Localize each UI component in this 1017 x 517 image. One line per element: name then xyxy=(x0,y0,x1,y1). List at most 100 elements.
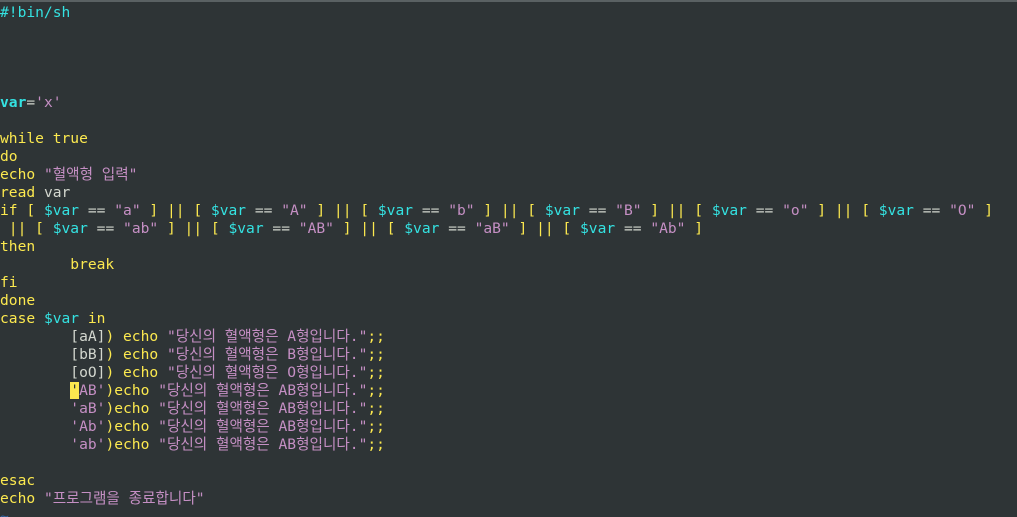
code-token: "프로그램을 종료합니다" xyxy=(43,490,205,507)
code-token: ] || [ xyxy=(474,202,545,219)
code-token: == xyxy=(439,220,475,237)
code-token: [ xyxy=(17,202,44,219)
code-token: ) xyxy=(105,400,115,417)
code-token: ] || [ xyxy=(307,202,378,219)
code-token: then xyxy=(0,238,36,255)
code-line[interactable]: while true xyxy=(0,130,88,148)
terminal-editor[interactable]: #!bin/sh var='x' while true do echo "혈액형 입력"… xyxy=(0,0,1017,517)
code-token: 'ab' xyxy=(0,436,106,453)
code-token: "당신의 혈액형은 A형입니다." xyxy=(166,328,368,345)
code-token: "당신의 혈액형은 AB형입니다." xyxy=(158,382,368,399)
code-token: $var xyxy=(52,220,88,237)
code-token: || [ xyxy=(0,220,53,237)
code-token: == xyxy=(615,220,651,237)
code-token: ;; xyxy=(367,382,385,399)
code-line[interactable]: ~ xyxy=(0,508,9,517)
code-line[interactable]: 'Ab')echo "당신의 혈액형은 AB형입니다.";; xyxy=(0,418,385,436)
code-token: $var xyxy=(43,202,80,219)
code-token: echo xyxy=(123,346,167,363)
code-token: ;; xyxy=(367,400,385,417)
code-token: echo xyxy=(114,400,159,417)
code-token: "당신의 혈액형은 AB형입니다." xyxy=(158,400,368,417)
code-token: ) xyxy=(105,382,115,399)
code-token: "A" xyxy=(281,202,308,219)
code-token: = xyxy=(26,94,36,111)
code-token: echo xyxy=(123,364,167,381)
code-token: "당신의 혈액형은 AB형입니다." xyxy=(158,418,368,435)
code-token: [bB] xyxy=(0,346,106,363)
code-line[interactable]: if [ $var == "a" ] || [ $var == "A" ] ||… xyxy=(0,202,993,220)
code-token: break xyxy=(0,256,115,273)
code-token: if xyxy=(0,202,18,219)
code-token: "당신의 혈액형은 AB형입니다." xyxy=(158,436,368,453)
code-token: do xyxy=(0,148,18,165)
code-line[interactable]: [aA]) echo "당신의 혈액형은 A형입니다.";; xyxy=(0,328,385,346)
code-line[interactable]: echo "프로그램을 종료합니다" xyxy=(0,490,205,508)
code-token: == xyxy=(79,202,115,219)
code-line[interactable]: [bB]) echo "당신의 혈액형은 B형입니다.";; xyxy=(0,346,385,364)
code-token: while true xyxy=(0,130,88,147)
code-token: ;; xyxy=(367,418,385,435)
code-token: $var xyxy=(210,202,247,219)
code-token: done xyxy=(0,292,36,309)
code-token: "AB" xyxy=(298,220,334,237)
code-line[interactable]: fi xyxy=(0,274,18,292)
code-token: ) xyxy=(105,364,124,381)
code-token: in xyxy=(79,310,106,327)
code-token: ] || [ xyxy=(158,220,229,237)
code-line[interactable]: echo "혈액형 입력" xyxy=(0,166,137,184)
code-token: echo xyxy=(123,328,167,345)
code-line[interactable]: 'ab')echo "당신의 혈액형은 AB형입니다.";; xyxy=(0,436,385,454)
code-token: $var xyxy=(404,220,440,237)
code-token: #!bin/sh xyxy=(0,4,71,21)
code-token: var xyxy=(0,94,27,111)
code-token: 'Ab' xyxy=(0,418,106,435)
code-line[interactable]: 'aB')echo "당신의 혈액형은 AB형입니다.";; xyxy=(0,400,385,418)
code-line[interactable]: var='x' xyxy=(0,94,62,112)
code-token: 'aB' xyxy=(0,400,106,417)
code-token: "혈액형 입력" xyxy=(43,166,138,183)
code-line[interactable]: #!bin/sh xyxy=(0,4,70,22)
code-token: read xyxy=(0,184,36,201)
code-token: fi xyxy=(0,274,18,291)
code-token: "b" xyxy=(448,202,475,219)
code-token: 'x' xyxy=(35,94,62,111)
code-token: == xyxy=(87,220,124,237)
code-token: ] xyxy=(685,220,704,237)
code-token: == xyxy=(913,202,950,219)
code-line[interactable]: case $var in xyxy=(0,310,105,328)
code-token: ] || [ xyxy=(333,220,405,237)
code-token: ;; xyxy=(367,328,385,345)
code-token: [aA] xyxy=(0,328,106,345)
code-token: ~ xyxy=(0,508,9,517)
code-token: == xyxy=(580,202,616,219)
code-line[interactable]: do xyxy=(0,148,18,166)
code-token: == xyxy=(746,202,783,219)
code-token: var xyxy=(35,184,71,201)
code-token: echo xyxy=(114,436,159,453)
code-token: $var xyxy=(580,220,616,237)
code-token: AB' xyxy=(79,382,106,399)
code-token: ] xyxy=(975,202,994,219)
code-token: case xyxy=(0,310,44,327)
code-token: == xyxy=(413,202,449,219)
code-token: $var xyxy=(711,202,747,219)
code-token: ] || [ xyxy=(641,202,712,219)
code-token: ] || [ xyxy=(808,202,879,219)
code-token: ) xyxy=(105,328,124,345)
code-line[interactable]: read var xyxy=(0,184,70,202)
code-token: ;; xyxy=(367,364,385,381)
code-line[interactable]: done xyxy=(0,292,35,310)
code-line[interactable]: break xyxy=(0,256,114,274)
code-line[interactable]: 'AB')echo "당신의 혈액형은 AB형입니다.";; xyxy=(0,382,385,400)
code-token: echo xyxy=(0,166,44,183)
code-token: "a" xyxy=(114,202,141,219)
code-line[interactable]: esac xyxy=(0,472,35,490)
code-token: [oO] xyxy=(0,364,106,381)
code-line[interactable]: [oO]) echo "당신의 혈액형은 O형입니다.";; xyxy=(0,364,385,382)
code-line[interactable]: || [ $var == "ab" ] || [ $var == "AB" ] … xyxy=(0,220,703,238)
code-line[interactable]: then xyxy=(0,238,35,256)
code-token: "ab" xyxy=(123,220,159,237)
code-token: "당신의 혈액형은 B형입니다." xyxy=(166,346,368,363)
code-token: == xyxy=(263,220,299,237)
